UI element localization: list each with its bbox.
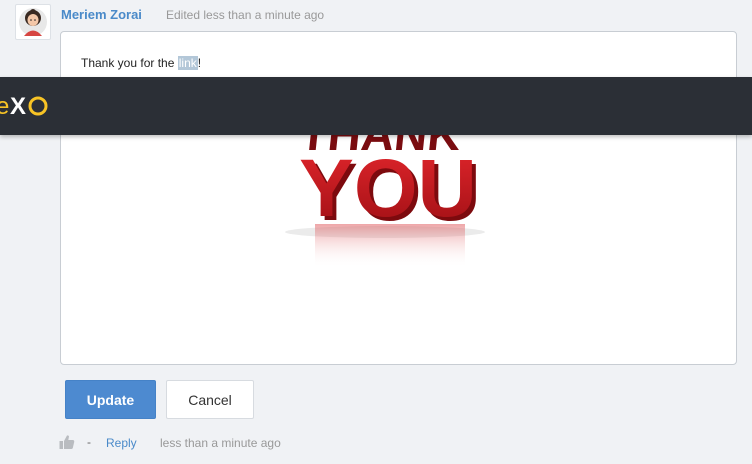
top-navigation-bar: e X [0, 77, 752, 135]
editor-text-before: Thank you for the [81, 56, 178, 70]
editor-text[interactable]: Thank you for the link! [81, 56, 201, 70]
you-text: YOU [299, 143, 477, 234]
footer-separator: - [87, 435, 91, 449]
update-button[interactable]: Update [65, 380, 156, 419]
edited-timestamp: Edited less than a minute ago [166, 8, 325, 22]
cancel-button[interactable]: Cancel [166, 380, 254, 419]
svg-text:X: X [10, 93, 26, 120]
comment-edit-stage: Meriem Zorai Edited less than a minute a… [0, 0, 752, 464]
author-name[interactable]: Meriem Zorai [61, 7, 142, 22]
selected-link-text[interactable]: link [177, 56, 198, 70]
svg-text:e: e [0, 93, 9, 120]
exo-logo[interactable]: e X [0, 91, 52, 121]
comment-timestamp: less than a minute ago [160, 436, 281, 450]
thumbs-up-icon[interactable] [59, 434, 75, 450]
avatar[interactable] [15, 4, 51, 40]
reply-link[interactable]: Reply [106, 436, 137, 450]
user-avatar-icon [19, 8, 47, 36]
editor-text-after: ! [197, 56, 202, 70]
